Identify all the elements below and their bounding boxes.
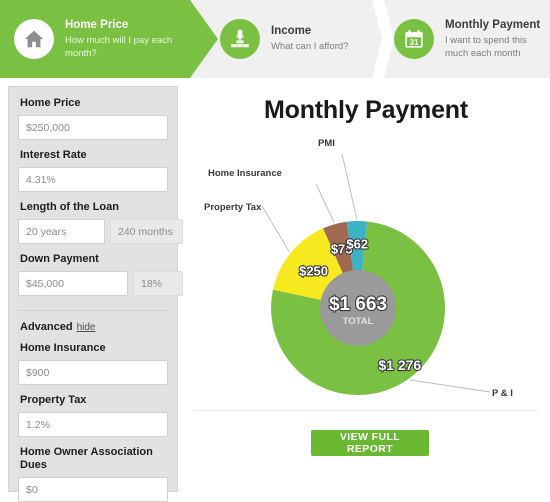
step-title: Home Price — [65, 19, 129, 31]
field-home-insurance: Home Insurance — [18, 342, 168, 385]
hoa-dues-label: Home Owner Association Dues — [20, 446, 153, 471]
page-title: Monthly Payment — [264, 96, 468, 124]
pie-leader-line — [261, 205, 290, 253]
step-subtitle: How much will I pay each month? — [65, 35, 173, 59]
interest-rate-label: Interest Rate — [20, 149, 87, 161]
pie-label-p-i: P & I — [492, 388, 513, 399]
down-payment-inputs — [18, 271, 183, 296]
field-home-price: Home Price — [18, 97, 168, 140]
step-subtitle: What can I afford? — [271, 41, 349, 53]
step-text: Home Price How much will I pay each mont… — [65, 18, 183, 60]
pie-center-total-value: $1 663 — [329, 294, 387, 315]
step-income[interactable]: Income What can I afford? — [214, 0, 386, 78]
home-insurance-input[interactable] — [18, 360, 168, 385]
mortgage-calculator-app: Home Price How much will I pay each mont… — [0, 0, 550, 502]
loan-inputs-panel: Home Price Interest Rate Length of the L… — [8, 86, 183, 502]
section-divider — [194, 410, 538, 411]
step-title: Income — [271, 25, 312, 38]
home-price-label: Home Price — [20, 97, 81, 109]
loan-length-months-input[interactable] — [110, 219, 183, 244]
step-text: Monthly Payment I want to spend this muc… — [445, 18, 550, 60]
interest-rate-input[interactable] — [18, 167, 168, 192]
steps-navigation: Home Price How much will I pay each mont… — [0, 0, 550, 78]
field-property-tax: Property Tax — [18, 394, 168, 437]
advanced-toggle-link[interactable]: hide — [77, 322, 96, 333]
calendar-31-icon: 31 — [394, 19, 434, 59]
pie-label-property-tax: Property Tax — [204, 202, 262, 213]
pie-leader-line — [341, 153, 358, 220]
money-stack-icon — [220, 19, 260, 59]
hoa-dues-input[interactable] — [18, 477, 168, 502]
step-monthly-payment[interactable]: 31 Monthly Payment I want to spend this … — [388, 0, 550, 78]
pie-slice-value-3: $62 — [346, 236, 368, 251]
svg-text:31: 31 — [410, 38, 419, 47]
down-payment-amount-input[interactable] — [18, 271, 128, 296]
advanced-label: Advanced — [20, 321, 73, 333]
field-hoa-dues: Home Owner Association Dues — [18, 446, 168, 502]
panel-divider — [18, 310, 168, 311]
step-home-price[interactable]: Home Price How much will I pay each mont… — [0, 0, 218, 78]
home-price-input[interactable] — [18, 115, 168, 140]
monthly-payment-pie-chart: $1 663TOTAL$1 276$250$75$62PMIHome Insur… — [204, 138, 513, 399]
step-title: Monthly Payment — [445, 19, 541, 31]
loan-length-years-input[interactable] — [18, 219, 105, 244]
view-full-report-button[interactable]: VIEW FULL REPORT — [311, 430, 429, 456]
field-down-payment: Down Payment — [18, 253, 183, 296]
step-text: Income What can I afford? — [271, 24, 348, 54]
pie-center-total-label: TOTAL — [343, 316, 374, 327]
loan-length-label: Length of the Loan — [20, 201, 119, 213]
step-subtitle: I want to spend this much each month — [445, 35, 527, 59]
down-payment-label: Down Payment — [20, 253, 99, 265]
pie-label-pmi: PMI — [318, 138, 335, 149]
home-insurance-label: Home Insurance — [20, 342, 106, 354]
field-interest-rate: Interest Rate — [18, 149, 168, 192]
chart-panel: Monthly Payment $1 663 TOTAL $1 276 $250 $75… — [190, 86, 542, 492]
down-payment-percent-input[interactable] — [133, 271, 183, 296]
pie-leader-line — [315, 183, 335, 223]
field-loan-length: Length of the Loan — [18, 201, 183, 244]
pie-slice-value-1: $250 — [299, 264, 328, 279]
property-tax-input[interactable] — [18, 412, 168, 437]
pie-label-home-insurance: Home Insurance — [208, 168, 282, 179]
pie-leader-line — [409, 379, 491, 393]
loan-length-inputs — [18, 219, 183, 244]
property-tax-label: Property Tax — [20, 394, 87, 406]
pie-slice-value-0: $1 276 — [378, 357, 421, 373]
advanced-section-header: Advanced hide — [20, 321, 168, 333]
house-icon — [14, 19, 54, 59]
